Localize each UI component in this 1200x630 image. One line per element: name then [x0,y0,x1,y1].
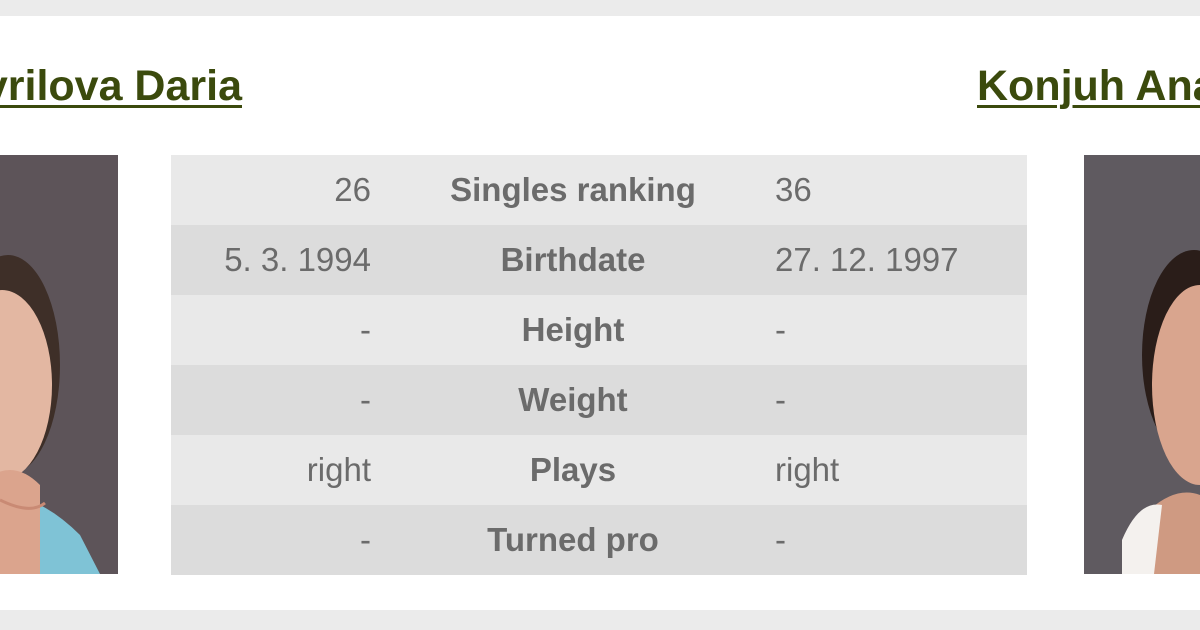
right-value: right [775,435,1027,505]
right-value: - [775,295,1027,365]
right-value: 27. 12. 1997 [775,225,1027,295]
page-footer-strip [0,610,1200,630]
left-value: - [171,505,371,575]
table-row: - Height - [171,295,1027,365]
right-value: 36 [775,155,1027,225]
left-value: right [171,435,371,505]
table-row: 26 Singles ranking 36 [171,155,1027,225]
attribute-label: Singles ranking [371,155,775,225]
attribute-label: Weight [371,365,775,435]
table-row: right Plays right [171,435,1027,505]
player-comparison-panel: Gavrilova Daria Konjuh Ana 26 Singles ra… [0,16,1200,610]
player-right-name-link[interactable]: Konjuh Ana [977,60,1200,112]
player-left-photo [0,155,118,574]
left-value: 26 [171,155,371,225]
comparison-table: 26 Singles ranking 36 5. 3. 1994 Birthda… [171,155,1027,575]
left-value: 5. 3. 1994 [171,225,371,295]
attribute-label: Turned pro [371,505,775,575]
attribute-label: Birthdate [371,225,775,295]
attribute-label: Height [371,295,775,365]
right-value: - [775,365,1027,435]
table-row: 5. 3. 1994 Birthdate 27. 12. 1997 [171,225,1027,295]
attribute-label: Plays [371,435,775,505]
left-value: - [171,365,371,435]
table-row: - Turned pro - [171,505,1027,575]
table-row: - Weight - [171,365,1027,435]
player-right-photo [1084,155,1200,574]
right-value: - [775,505,1027,575]
player-left-name-link[interactable]: Gavrilova Daria [0,60,242,112]
left-value: - [171,295,371,365]
